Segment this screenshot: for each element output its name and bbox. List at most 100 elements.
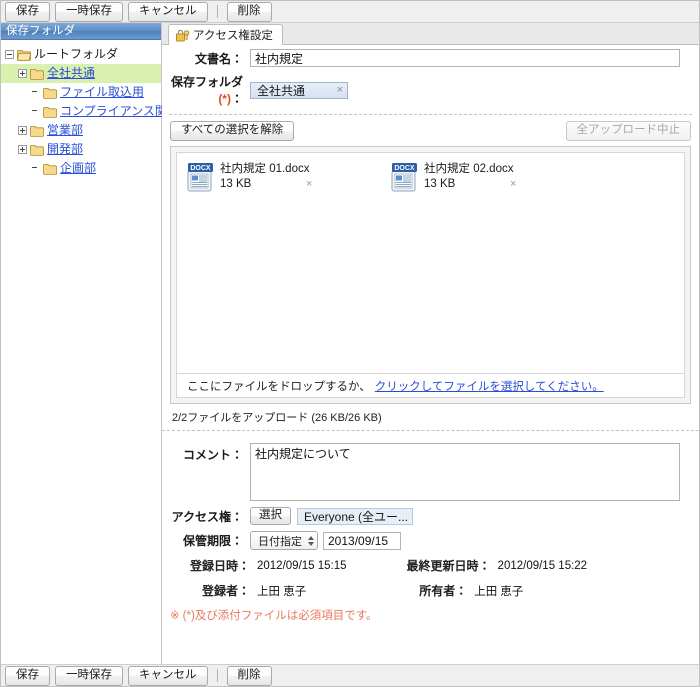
folder-tree-item[interactable]: 営業部 xyxy=(1,121,161,140)
access-rights-value[interactable]: Everyone (全ユー... xyxy=(297,508,413,525)
uploaded-file-size-row: 13 KB× xyxy=(220,177,312,192)
comment-textarea[interactable] xyxy=(250,443,680,501)
folder-tree-item[interactable]: ルートフォルダ xyxy=(1,45,161,64)
uploaded-file-item[interactable]: DOCX 社内規定 01.docx13 KB× xyxy=(187,161,377,201)
top-toolbar: 保存 一時保存 キャンセル 削除 xyxy=(1,1,699,23)
dropzone-hint: ここにファイルをドロップするか、 クリックしてファイルを選択してください。 xyxy=(176,374,685,398)
cancel-button-top[interactable]: キャンセル xyxy=(128,2,208,22)
comment-label: コメント： xyxy=(162,443,250,463)
doc-name-label: 文書名： xyxy=(162,50,250,67)
save-button-bottom[interactable]: 保存 xyxy=(5,666,50,686)
expand-icon[interactable] xyxy=(18,145,27,154)
folder-icon xyxy=(43,163,57,175)
registered-at-col: 登録日時： 2012/09/15 15:15 xyxy=(162,557,347,574)
folder-tree-item-label[interactable]: 営業部 xyxy=(47,124,83,137)
bottom-toolbar: 保存 一時保存 キャンセル 削除 xyxy=(1,664,699,686)
label-colon: ： xyxy=(231,92,243,106)
folder-tree-item-label[interactable]: 開発部 xyxy=(47,143,83,156)
save-folder-chip-label: 全社共通 xyxy=(257,82,305,99)
uploaded-file-size-row: 13 KB× xyxy=(424,177,516,192)
remove-file-icon[interactable]: × xyxy=(510,177,516,192)
folder-tree-item[interactable]: ファイル取込用 xyxy=(1,83,161,102)
document-form: 文書名： 保存フォルダ(*)： 全社共通 × すべての選択を解除 xyxy=(162,45,699,664)
collapse-icon[interactable] xyxy=(5,50,14,59)
close-icon[interactable]: × xyxy=(327,84,343,96)
folder-tree: ルートフォルダ全社共通ファイル取込用コンプライアンス関連営業部開発部企画部 xyxy=(1,40,161,178)
save-folder-chip[interactable]: 全社共通 × xyxy=(250,82,348,99)
registrant-value: 上田 恵子 xyxy=(257,583,306,599)
main-panel: アクセス権設定 文書名： 保存フォルダ(*)： 全社共通 × xyxy=(162,23,699,664)
owner-value: 上田 恵子 xyxy=(474,583,523,599)
registered-at-label: 登録日時： xyxy=(162,557,257,574)
cancel-button-bottom[interactable]: キャンセル xyxy=(128,666,208,686)
folder-icon xyxy=(43,87,57,99)
save-folder-row: 保存フォルダ(*)： 全社共通 × xyxy=(162,69,699,109)
registrant-col: 登録者： 上田 恵子 xyxy=(162,582,306,599)
uploaded-file-size: 13 KB xyxy=(424,177,510,192)
select-file-link[interactable]: クリックしてファイルを選択してください。 xyxy=(375,378,604,394)
abort-all-uploads-button[interactable]: 全アップロード中止 xyxy=(566,121,692,141)
folder-icon xyxy=(30,68,44,80)
folder-tree-item-label[interactable]: ファイル取込用 xyxy=(60,86,144,99)
folder-open-icon xyxy=(17,49,31,61)
expand-icon[interactable] xyxy=(18,126,27,135)
delete-button-bottom[interactable]: 削除 xyxy=(227,666,272,686)
updated-at-value: 2012/09/15 15:22 xyxy=(498,560,588,572)
retention-mode-value: 日付指定 xyxy=(258,533,302,549)
deselect-all-button[interactable]: すべての選択を解除 xyxy=(170,121,294,141)
save-folder-label: 保存フォルダ(*)： xyxy=(162,73,250,107)
delete-button-top[interactable]: 削除 xyxy=(227,2,272,22)
folder-tree-item[interactable]: 開発部 xyxy=(1,140,161,159)
comment-row: コメント： xyxy=(162,439,699,503)
svg-text:DOCX: DOCX xyxy=(190,165,211,172)
folder-tree-item[interactable]: 企画部 xyxy=(1,159,161,178)
content-split: 保存フォルダ ルートフォルダ全社共通ファイル取込用コンプライアンス関連営業部開発… xyxy=(1,23,699,664)
folder-icon xyxy=(43,106,57,118)
folder-tree-item-label[interactable]: 企画部 xyxy=(60,162,96,175)
upload-dropzone[interactable]: DOCX社内規定 01.docx13 KB×DOCX社内規定 02.docx13… xyxy=(170,146,691,404)
tab-strip: アクセス権設定 xyxy=(162,23,699,45)
dropzone-hint-text: ここにファイルをドロップするか、 xyxy=(187,378,371,394)
folder-icon xyxy=(30,125,44,137)
toolbar-separator-top xyxy=(217,5,218,18)
folder-sidebar: 保存フォルダ ルートフォルダ全社共通ファイル取込用コンプライアンス関連営業部開発… xyxy=(1,23,162,664)
select-access-button[interactable]: 選択 xyxy=(250,507,291,525)
uploaded-file-name: 社内規定 01.docx xyxy=(220,162,312,177)
folder-tree-item-label[interactable]: 全社共通 xyxy=(47,67,95,80)
uploaded-file-list: DOCX社内規定 01.docx13 KB×DOCX社内規定 02.docx13… xyxy=(176,152,685,374)
uploaded-file-meta: 社内規定 02.docx13 KB× xyxy=(424,161,516,192)
required-fields-note: ※ (*)及び添付ファイルは必須項目です。 xyxy=(162,599,699,623)
tab-access-permissions[interactable]: アクセス権設定 xyxy=(168,24,283,45)
required-marker: (*) xyxy=(218,92,231,106)
registrant-label: 登録者： xyxy=(162,582,257,599)
tab-label: アクセス権設定 xyxy=(193,27,273,43)
uploaded-file-item[interactable]: DOCX社内規定 02.docx13 KB× xyxy=(391,161,581,201)
folder-tree-item[interactable]: コンプライアンス関連 xyxy=(1,102,161,121)
timestamps-row: 登録日時： 2012/09/15 15:15 最終更新日時： 2012/09/1… xyxy=(162,552,699,574)
upload-status-text: 2/2ファイルをアップロード (26 KB/26 KB) xyxy=(162,404,699,430)
doc-name-input[interactable] xyxy=(250,49,680,67)
remove-file-icon[interactable]: × xyxy=(306,177,312,192)
expand-icon[interactable] xyxy=(18,69,27,78)
asterisk-icon: ※ xyxy=(170,608,180,622)
updated-at-label: 最終更新日時： xyxy=(407,557,498,574)
upload-toolbar: すべての選択を解除 全アップロード中止 xyxy=(162,115,699,146)
access-rights-row: アクセス権： 選択 Everyone (全ユー... xyxy=(162,503,699,527)
docx-file-icon: DOCX xyxy=(187,162,214,192)
temp-save-button-bottom[interactable]: 一時保存 xyxy=(55,666,123,686)
permissions-lock-icon xyxy=(176,29,190,42)
owner-col: 所有者： 上田 恵子 xyxy=(419,582,523,599)
folder-tree-item-label: ルートフォルダ xyxy=(34,48,118,61)
required-fields-note-text: (*)及び添付ファイルは必須項目です。 xyxy=(183,607,378,623)
temp-save-button-top[interactable]: 一時保存 xyxy=(55,2,123,22)
retention-label: 保管期限： xyxy=(162,532,250,549)
folder-tree-item[interactable]: 全社共通 xyxy=(1,64,161,83)
retention-mode-select[interactable]: 日付指定 xyxy=(250,531,318,550)
uploaded-file-meta: 社内規定 01.docx13 KB× xyxy=(220,161,312,192)
twisty-spacer xyxy=(31,164,40,173)
doc-name-row: 文書名： xyxy=(162,45,699,69)
uploaded-file-name: 社内規定 02.docx xyxy=(424,162,516,177)
retention-date-input[interactable] xyxy=(323,532,401,550)
save-button-top[interactable]: 保存 xyxy=(5,2,50,22)
toolbar-separator-bottom xyxy=(217,669,218,682)
